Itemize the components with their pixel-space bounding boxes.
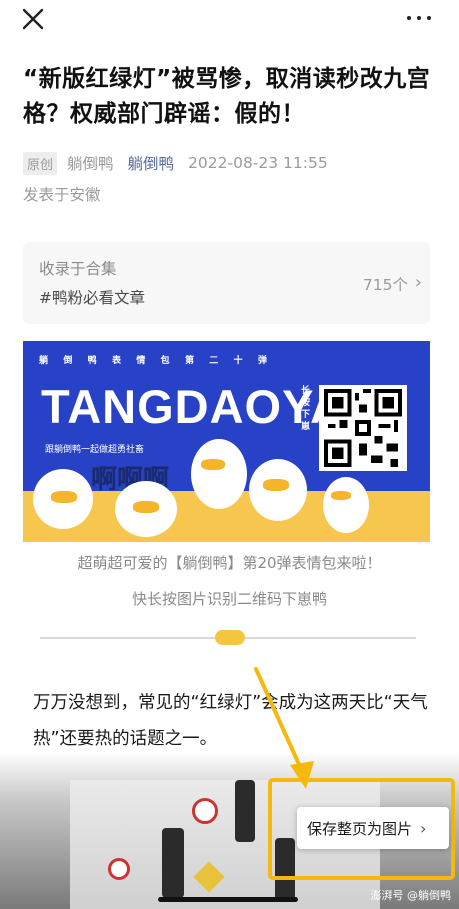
sign-illustration — [108, 858, 130, 880]
sign-illustration — [192, 798, 218, 824]
sign-illustration — [193, 861, 225, 893]
collection-card[interactable]: 收录于合集 #鸭粉必看文章 715个 › — [23, 242, 430, 324]
banner-caption-secondary: 快长按图片识别二维码下崽鸭 — [131, 590, 327, 608]
chevron-right-icon: › — [414, 272, 422, 293]
duck-illustration — [191, 439, 247, 509]
save-button-label: 保存整页为图片 — [307, 819, 413, 838]
author-name: 躺倒鸭 — [67, 155, 114, 173]
duck-beak — [51, 491, 77, 503]
save-page-as-image-button[interactable]: 保存整页为图片 › — [297, 807, 449, 849]
publish-location: 发表于安徽 — [23, 186, 101, 204]
close-icon[interactable] — [20, 6, 46, 32]
collection-count: 715个 — [362, 276, 408, 294]
article-title: “新版红绿灯”被骂惨，取消读秒改九宫格？权威部门辟谣：假的！ — [23, 66, 431, 127]
divider-ornament — [215, 630, 245, 645]
chevron-right-icon: › — [420, 818, 427, 838]
article-meta: 原创 躺倒鸭 躺倒鸭 2022-08-23 11:55 — [23, 150, 443, 176]
original-badge: 原创 — [23, 151, 58, 175]
account-link[interactable]: 躺倒鸭 — [128, 152, 175, 174]
qr-code[interactable] — [319, 385, 407, 471]
home-indicator[interactable] — [158, 897, 298, 902]
collection-label: 收录于合集 — [39, 260, 117, 278]
duck-illustration — [323, 477, 369, 533]
duck-beak — [331, 491, 351, 500]
article-paragraph: 万万没想到，常见的“红绿灯”会成为这两天比“天气热”还要热的话题之一。 — [33, 693, 428, 749]
sticker-banner-image[interactable]: 躺倒鸭表情包第二十弹 TANGDAOYA 跟躺倒鸭一起做超勇社畜 啊啊啊 长按下… — [23, 341, 430, 542]
banner-brand: TANGDAOYA — [41, 380, 346, 433]
top-bar — [0, 0, 459, 40]
banner-top-text: 躺倒鸭表情包第二十弹 — [39, 356, 267, 366]
more-icon[interactable] — [407, 12, 433, 24]
watermark: 澎湃号 @躺倒鸭 — [370, 889, 452, 902]
duck-beak — [263, 479, 289, 491]
banner-caption: 超萌超可爱的【躺倒鸭】第20弹表情包来啦！ — [77, 554, 382, 572]
traffic-light-illustration — [162, 828, 184, 898]
collection-tag[interactable]: #鸭粉必看文章 — [39, 286, 145, 308]
duck-beak — [201, 459, 225, 470]
publish-datetime: 2022-08-23 11:55 — [188, 154, 328, 172]
arrow-annotation — [254, 667, 314, 789]
duck-beak — [133, 501, 159, 513]
qr-label: 长按下崽 — [301, 386, 311, 432]
banner-subtitle: 跟躺倒鸭一起做超勇社畜 — [45, 445, 145, 455]
